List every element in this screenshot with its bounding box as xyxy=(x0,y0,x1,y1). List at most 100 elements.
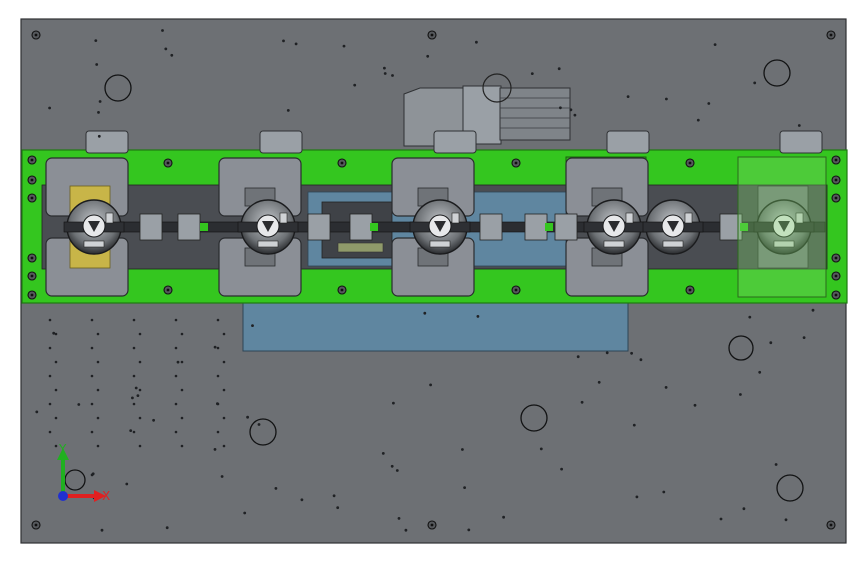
small-hole xyxy=(257,423,261,426)
small-hole xyxy=(35,410,39,414)
small-hole xyxy=(404,528,408,532)
mounting-tab xyxy=(85,130,129,154)
screw-center xyxy=(30,158,34,162)
small-hole xyxy=(557,67,561,71)
small-hole xyxy=(774,463,778,466)
small-hole xyxy=(336,506,340,510)
mounting-tab xyxy=(259,130,303,154)
small-hole xyxy=(152,418,156,422)
small-hole xyxy=(467,528,471,532)
translucent-housing xyxy=(737,156,827,298)
fixture-tab xyxy=(279,212,288,224)
small-hole xyxy=(739,393,742,396)
small-hole xyxy=(164,47,168,51)
mounting-tab xyxy=(606,130,650,154)
shaft-coupling xyxy=(524,213,548,241)
small-hole xyxy=(180,416,184,420)
small-hole xyxy=(332,494,336,498)
small-hole xyxy=(573,113,577,117)
fixture-lug xyxy=(257,240,279,248)
small-hole xyxy=(174,318,178,322)
small-hole xyxy=(174,346,178,350)
screw-center xyxy=(430,523,434,527)
small-hole xyxy=(222,388,226,392)
screw-center xyxy=(30,178,34,182)
small-hole xyxy=(161,29,164,32)
shaft-coupling xyxy=(139,213,163,241)
small-hole xyxy=(693,403,697,407)
small-hole xyxy=(353,83,357,87)
mounting-hole xyxy=(64,469,86,491)
small-hole xyxy=(180,444,184,448)
small-hole xyxy=(475,40,478,44)
small-hole xyxy=(597,380,601,384)
small-hole xyxy=(662,490,666,494)
small-hole xyxy=(605,351,609,355)
small-hole xyxy=(174,374,178,378)
small-hole xyxy=(216,374,220,378)
fixture-tab xyxy=(105,212,114,224)
small-hole xyxy=(753,81,757,85)
mounting-hole xyxy=(728,335,754,361)
small-hole xyxy=(748,315,752,319)
coupling-marker xyxy=(370,223,378,231)
small-hole xyxy=(632,423,636,427)
small-hole xyxy=(429,383,432,387)
small-hole xyxy=(100,528,104,532)
small-hole xyxy=(222,416,226,420)
small-hole xyxy=(170,53,174,57)
small-hole xyxy=(131,396,134,400)
small-hole xyxy=(77,403,81,406)
small-hole xyxy=(216,402,220,406)
small-hole xyxy=(138,332,142,336)
small-hole xyxy=(222,332,226,336)
mounting-tab xyxy=(433,130,477,154)
small-hole xyxy=(220,475,224,478)
assembly-drawing: Y X xyxy=(20,18,848,544)
small-hole xyxy=(48,318,52,322)
screw-center xyxy=(834,158,838,162)
screw-center xyxy=(834,293,838,297)
small-hole xyxy=(174,402,178,406)
small-hole xyxy=(713,43,717,46)
small-hole xyxy=(90,402,94,406)
small-hole xyxy=(381,452,385,455)
cad-viewport[interactable]: Y X xyxy=(0,0,867,562)
small-hole xyxy=(665,97,668,101)
small-hole xyxy=(216,346,220,350)
small-hole xyxy=(48,346,52,350)
fixture-tab xyxy=(451,212,460,224)
small-hole xyxy=(769,341,773,345)
small-hole xyxy=(630,351,633,355)
coupling-marker xyxy=(200,223,208,231)
small-hole xyxy=(213,345,217,349)
small-hole xyxy=(392,401,395,405)
small-hole xyxy=(559,106,562,110)
small-hole xyxy=(530,72,534,75)
coupling-marker xyxy=(545,223,553,231)
small-hole xyxy=(165,526,169,530)
small-hole xyxy=(176,360,180,364)
small-hole xyxy=(802,336,806,339)
small-hole xyxy=(180,388,184,392)
fixture-lug xyxy=(83,240,105,248)
small-hole xyxy=(569,108,573,112)
small-hole xyxy=(90,346,94,350)
small-hole xyxy=(213,448,217,451)
small-hole xyxy=(294,42,298,46)
small-hole xyxy=(94,39,98,42)
small-hole xyxy=(97,111,100,114)
screw-center xyxy=(834,274,838,278)
blue-mounting-plate xyxy=(242,295,629,352)
small-hole xyxy=(54,416,58,420)
small-hole xyxy=(54,444,58,448)
small-hole xyxy=(95,63,99,66)
small-hole xyxy=(96,388,100,392)
small-hole xyxy=(216,318,220,322)
fixture-lug xyxy=(603,240,625,248)
small-hole xyxy=(180,360,184,364)
screw-center xyxy=(34,33,38,37)
screw-center xyxy=(166,161,170,165)
small-hole xyxy=(383,66,386,70)
small-hole xyxy=(96,332,100,336)
